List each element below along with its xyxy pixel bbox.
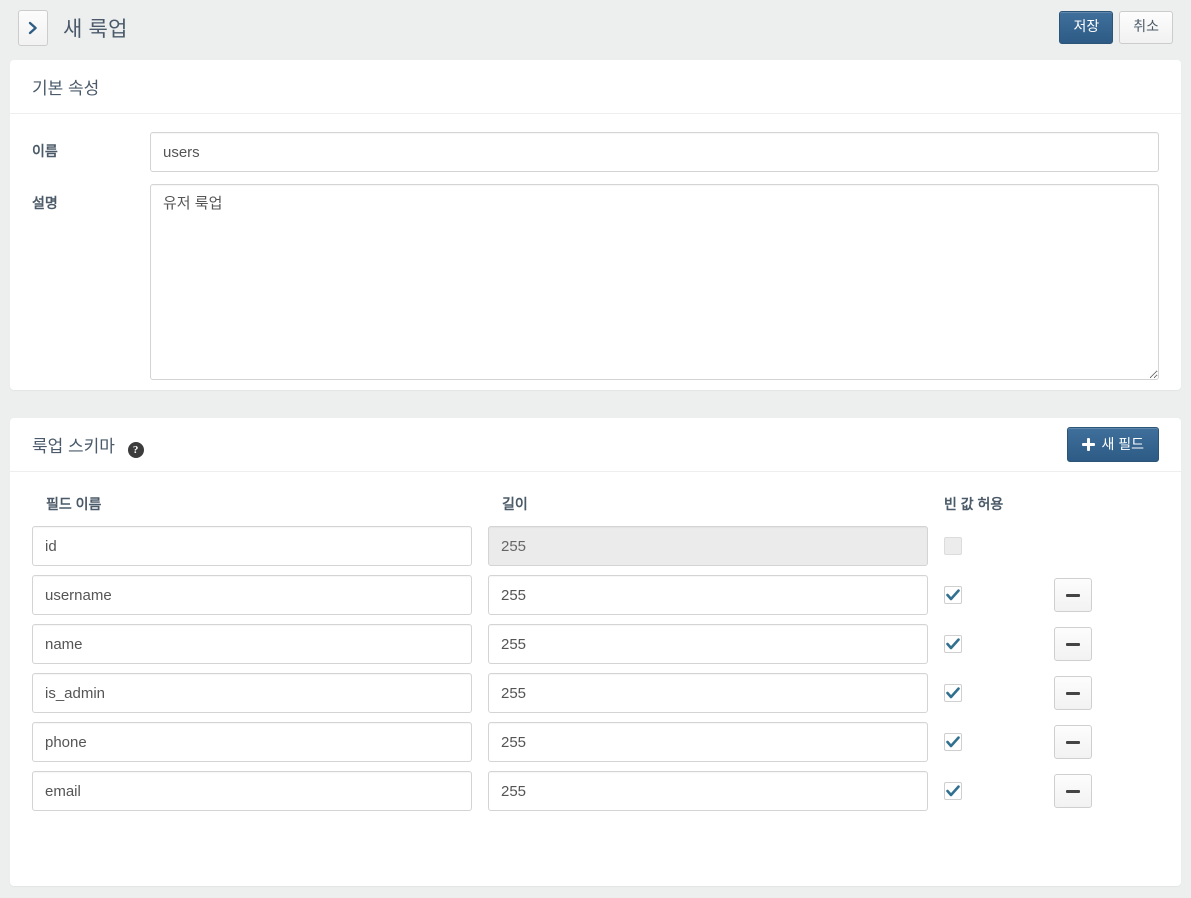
nullable-checkbox[interactable]	[944, 586, 962, 604]
nullable-checkbox	[944, 537, 962, 555]
back-button[interactable]	[18, 9, 48, 46]
lookup-editor-page: 새 룩업 저장 취소 기본 속성 이름 설명 유저 룩업 룩업 스키마 ?	[0, 0, 1191, 898]
cancel-button[interactable]: 취소	[1119, 11, 1173, 44]
schema-row	[32, 771, 1159, 811]
column-header-length: 길이	[488, 494, 944, 514]
length-input	[488, 526, 928, 566]
top-bar: 새 룩업 저장 취소	[0, 0, 1191, 55]
length-input[interactable]	[488, 722, 928, 762]
lookup-schema-title-text: 룩업 스키마	[32, 437, 115, 456]
lookup-schema-panel: 룩업 스키마 ? 새 필드 필드 이름 길이 빈 값 허용	[10, 418, 1181, 886]
lookup-schema-header: 룩업 스키마 ? 새 필드	[10, 418, 1181, 472]
basic-properties-header: 기본 속성	[10, 60, 1181, 114]
nullable-checkbox[interactable]	[944, 782, 962, 800]
save-button[interactable]: 저장	[1059, 11, 1114, 44]
column-header-length-label: 길이	[502, 496, 528, 512]
field-name-input[interactable]	[32, 771, 472, 811]
length-cell	[488, 575, 944, 615]
nullable-cell	[944, 635, 1054, 653]
field-name-input[interactable]	[32, 722, 472, 762]
column-header-field-name: 필드 이름	[32, 494, 488, 514]
lookup-schema-title: 룩업 스키마 ?	[32, 432, 144, 458]
length-cell	[488, 722, 944, 762]
description-textarea[interactable]: 유저 룩업	[150, 184, 1159, 380]
field-name-cell	[32, 624, 488, 664]
schema-row	[32, 526, 1159, 566]
field-name-cell	[32, 575, 488, 615]
basic-properties-title: 기본 속성	[32, 79, 100, 98]
name-row: 이름	[10, 132, 1181, 172]
help-icon[interactable]: ?	[127, 442, 144, 458]
check-icon	[946, 736, 960, 748]
field-name-input[interactable]	[32, 526, 472, 566]
name-input[interactable]	[150, 132, 1159, 172]
schema-rows	[32, 526, 1159, 811]
length-input[interactable]	[488, 624, 928, 664]
row-actions-cell	[1054, 578, 1114, 612]
schema-body: 필드 이름 길이 빈 값 허용	[10, 472, 1181, 811]
check-icon	[946, 687, 960, 699]
column-header-field-name-label: 필드 이름	[46, 496, 102, 512]
schema-row	[32, 575, 1159, 615]
description-label: 설명	[32, 195, 58, 211]
nullable-cell	[944, 733, 1054, 751]
remove-field-button[interactable]	[1054, 774, 1092, 808]
row-actions-cell	[1054, 676, 1114, 710]
schema-row	[32, 624, 1159, 664]
new-field-button-label: 새 필드	[1101, 435, 1144, 452]
minus-icon	[1066, 740, 1080, 744]
nullable-checkbox[interactable]	[944, 684, 962, 702]
minus-icon	[1066, 691, 1080, 695]
remove-field-button[interactable]	[1054, 627, 1092, 661]
schema-header-actions: 새 필드	[1067, 426, 1159, 463]
field-name-cell	[32, 526, 488, 566]
field-name-cell	[32, 673, 488, 713]
length-cell	[488, 624, 944, 664]
minus-icon	[1066, 642, 1080, 646]
remove-field-button[interactable]	[1054, 725, 1092, 759]
row-actions-cell	[1054, 774, 1114, 808]
check-icon	[946, 638, 960, 650]
remove-field-button[interactable]	[1054, 676, 1092, 710]
remove-field-button[interactable]	[1054, 578, 1092, 612]
nullable-cell	[944, 537, 1054, 555]
schema-row	[32, 673, 1159, 713]
field-name-cell	[32, 771, 488, 811]
field-name-cell	[32, 722, 488, 762]
basic-properties-panel: 기본 속성 이름 설명 유저 룩업	[10, 60, 1181, 390]
column-header-nullable: 빈 값 허용	[944, 494, 1054, 514]
new-field-button[interactable]: 새 필드	[1067, 426, 1159, 463]
nullable-checkbox[interactable]	[944, 635, 962, 653]
length-input[interactable]	[488, 673, 928, 713]
length-cell	[488, 526, 944, 566]
length-cell	[488, 771, 944, 811]
plus-icon	[1082, 437, 1096, 451]
nullable-cell	[944, 782, 1054, 800]
chevron-right-icon	[27, 21, 39, 35]
schema-row	[32, 722, 1159, 762]
name-label: 이름	[32, 143, 58, 159]
length-cell	[488, 673, 944, 713]
row-actions-cell	[1054, 627, 1114, 661]
row-actions-cell	[1054, 725, 1114, 759]
column-header-nullable-label: 빈 값 허용	[944, 496, 1004, 512]
top-bar-actions: 저장 취소	[1059, 11, 1173, 44]
length-input[interactable]	[488, 771, 928, 811]
field-name-input[interactable]	[32, 575, 472, 615]
minus-icon	[1066, 789, 1080, 793]
minus-icon	[1066, 593, 1080, 597]
schema-column-headers: 필드 이름 길이 빈 값 허용	[32, 494, 1159, 526]
nullable-cell	[944, 586, 1054, 604]
nullable-cell	[944, 684, 1054, 702]
length-input[interactable]	[488, 575, 928, 615]
nullable-checkbox[interactable]	[944, 733, 962, 751]
check-icon	[946, 785, 960, 797]
page-title: 새 룩업	[63, 17, 128, 41]
field-name-input[interactable]	[32, 624, 472, 664]
description-row: 설명 유저 룩업	[10, 184, 1181, 380]
field-name-input[interactable]	[32, 673, 472, 713]
check-icon	[946, 589, 960, 601]
